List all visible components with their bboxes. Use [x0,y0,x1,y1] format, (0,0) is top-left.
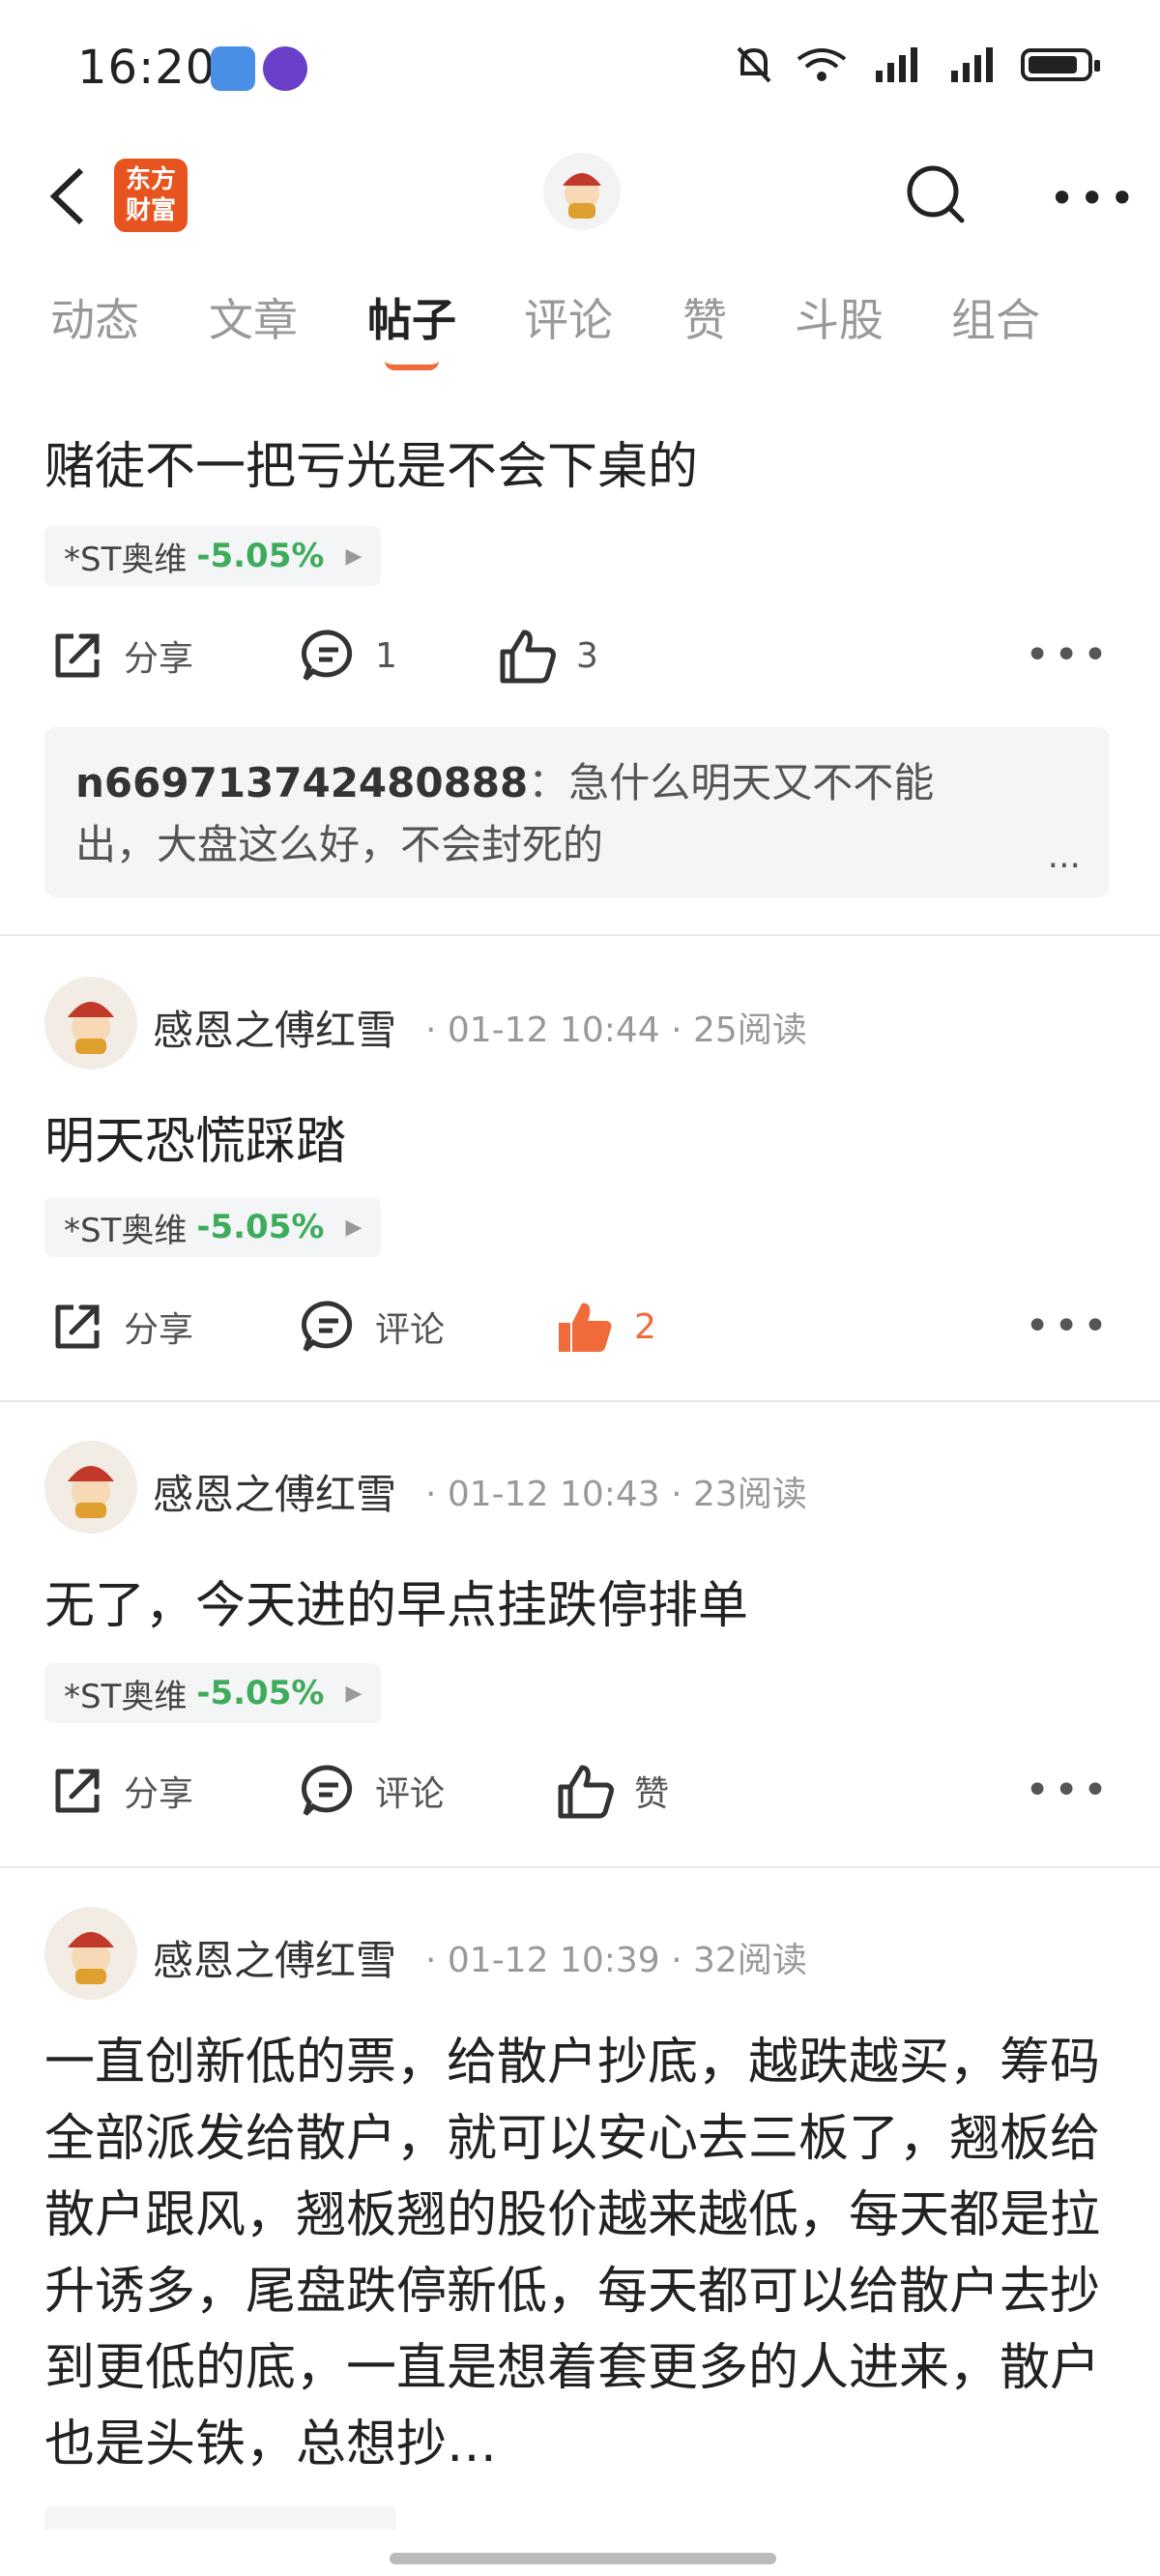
share-label: 分享 [124,1774,194,1814]
tieba-notification-icon [263,46,307,91]
comment-button[interactable]: 评论 [300,1762,445,1820]
comment-icon [301,629,353,681]
author-name[interactable]: 感恩之傅红雪 [153,1462,396,1521]
battery-icon [1021,48,1100,81]
active-tab-indicator [385,361,439,370]
wifi-icon [797,48,847,81]
like-label: 赞 [634,1774,670,1814]
comment-label: 评论 [375,1310,446,1350]
app-notification-icon [211,46,255,91]
reply-more[interactable]: ... [1048,836,1081,876]
thumbs-up-icon [558,1765,614,1819]
thumbs-up-icon [500,629,556,684]
post-actions: 分享 1 3 ••• [0,627,1160,694]
comment-count: 1 [375,635,397,676]
author-avatar[interactable] [44,1441,137,1534]
post-title[interactable]: 无了，今天进的早点挂跌停排单 [44,1565,748,1637]
tab-comments[interactable]: 评论 [524,285,613,349]
comment-button[interactable]: 评论 [300,1298,445,1356]
stock-tag-partial [44,2506,396,2530]
post-more-icon[interactable]: ••• [1025,1766,1112,1815]
share-button[interactable]: 分享 [48,627,193,685]
post-meta: · 01-12 10:44 · 25阅读 [425,1010,807,1050]
share-button[interactable]: 分享 [48,1298,193,1356]
post-more-icon[interactable]: ••• [1025,630,1112,680]
post-header: 感恩之傅红雪 · 01-12 10:43 · 23阅读 [44,1441,1117,1534]
share-label: 分享 [124,1310,194,1350]
comment-button[interactable]: 1 [300,627,397,685]
post-actions: 分享 评论 赞 ••• [0,1762,1160,1830]
stock-change: -5.05% [196,1674,325,1712]
post-title[interactable]: 赌徒不一把亏光是不会下桌的 [44,425,698,498]
divider [0,1400,1160,1402]
like-button[interactable]: 赞 [555,1762,669,1820]
post-header: 感恩之傅红雪 · 01-12 10:39 · 32阅读 [44,1907,1117,2000]
like-count: 2 [634,1306,656,1347]
reply-content: n669713742480888：急什么明天又不不能出，大盘这么好，不会封死的 [75,759,935,868]
signal-icon [876,47,917,82]
post-meta: · 01-12 10:39 · 32阅读 [425,1941,807,1980]
comment-icon [301,1765,353,1816]
chevron-right-icon: ▶ [345,1681,362,1706]
tab-portfolio[interactable]: 组合 [951,285,1040,349]
tab-posts[interactable]: 帖子 [367,285,456,349]
post-body[interactable]: 一直创新低的票，给散户抄底，越跌越买，筹码全部派发给散户，就可以安心去三板了，翘… [44,2025,1117,2489]
stock-tag[interactable]: *ST奥维 -5.05% ▶ [44,1663,382,1723]
post-actions: 分享 评论 2 ••• [0,1298,1160,1365]
profile-avatar[interactable] [543,153,621,230]
divider [0,934,1160,936]
post-title[interactable]: 明天恐慌踩踏 [44,1100,346,1173]
like-count: 3 [576,635,598,676]
comment-icon [301,1301,353,1352]
share-icon [55,1769,100,1813]
author-avatar[interactable] [44,1907,137,2000]
author-name[interactable]: 感恩之傅红雪 [153,998,396,1057]
author-name[interactable]: 感恩之傅红雪 [153,1928,396,1987]
share-button[interactable]: 分享 [48,1762,193,1820]
signal-icon-2 [951,47,993,82]
reply-username[interactable]: n669713742480888 [75,759,528,806]
stock-name: *ST奥维 [64,540,188,579]
stock-tag[interactable]: *ST奥维 -5.05% ▶ [44,526,382,586]
chevron-right-icon: ▶ [345,1215,362,1240]
top-nav: 东方 财富 ••• [0,145,1160,242]
comment-label: 评论 [375,1774,446,1814]
post-header: 感恩之傅红雪 · 01-12 10:44 · 25阅读 [44,977,1117,1069]
post-meta: · 01-12 10:43 · 23阅读 [425,1475,807,1514]
share-icon [55,633,100,678]
logo-line1: 东方 [125,165,176,194]
home-indicator[interactable] [390,2553,776,2564]
like-button[interactable]: 2 [555,1298,656,1356]
mute-icon [737,46,771,83]
tab-articles[interactable]: 文章 [209,285,298,349]
status-bar: 16:20 [0,0,1160,145]
stock-change: -5.05% [196,537,325,575]
logo-line2: 财富 [125,196,176,225]
top-reply[interactable]: n669713742480888：急什么明天又不不能出，大盘这么好，不会封死的 … [44,727,1110,897]
share-icon [55,1304,100,1349]
search-icon[interactable] [904,162,966,224]
status-time: 16:20 [77,41,217,95]
tab-activity[interactable]: 动态 [50,285,139,349]
post-more-icon[interactable]: ••• [1025,1302,1112,1351]
like-button[interactable]: 3 [497,627,598,685]
more-options-icon[interactable]: ••• [1049,172,1139,224]
status-icons [735,44,1100,85]
chevron-right-icon: ▶ [345,543,362,569]
back-icon[interactable] [48,166,87,241]
stock-name: *ST奥维 [64,1211,188,1250]
thumbs-up-filled-icon [559,1303,612,1352]
stock-name: *ST奥维 [64,1677,188,1716]
stock-tag[interactable]: *ST奥维 -5.05% ▶ [44,1197,382,1257]
eastmoney-logo: 东方 财富 [114,159,188,232]
stock-change: -5.05% [196,1208,325,1246]
tab-likes[interactable]: 赞 [682,285,727,349]
profile-tabs: 动态 文章 帖子 评论 赞 斗股 组合 [0,285,1160,372]
author-avatar[interactable] [44,977,137,1069]
divider [0,1866,1160,1868]
share-label: 分享 [124,639,194,679]
tab-stocks[interactable]: 斗股 [795,285,884,349]
